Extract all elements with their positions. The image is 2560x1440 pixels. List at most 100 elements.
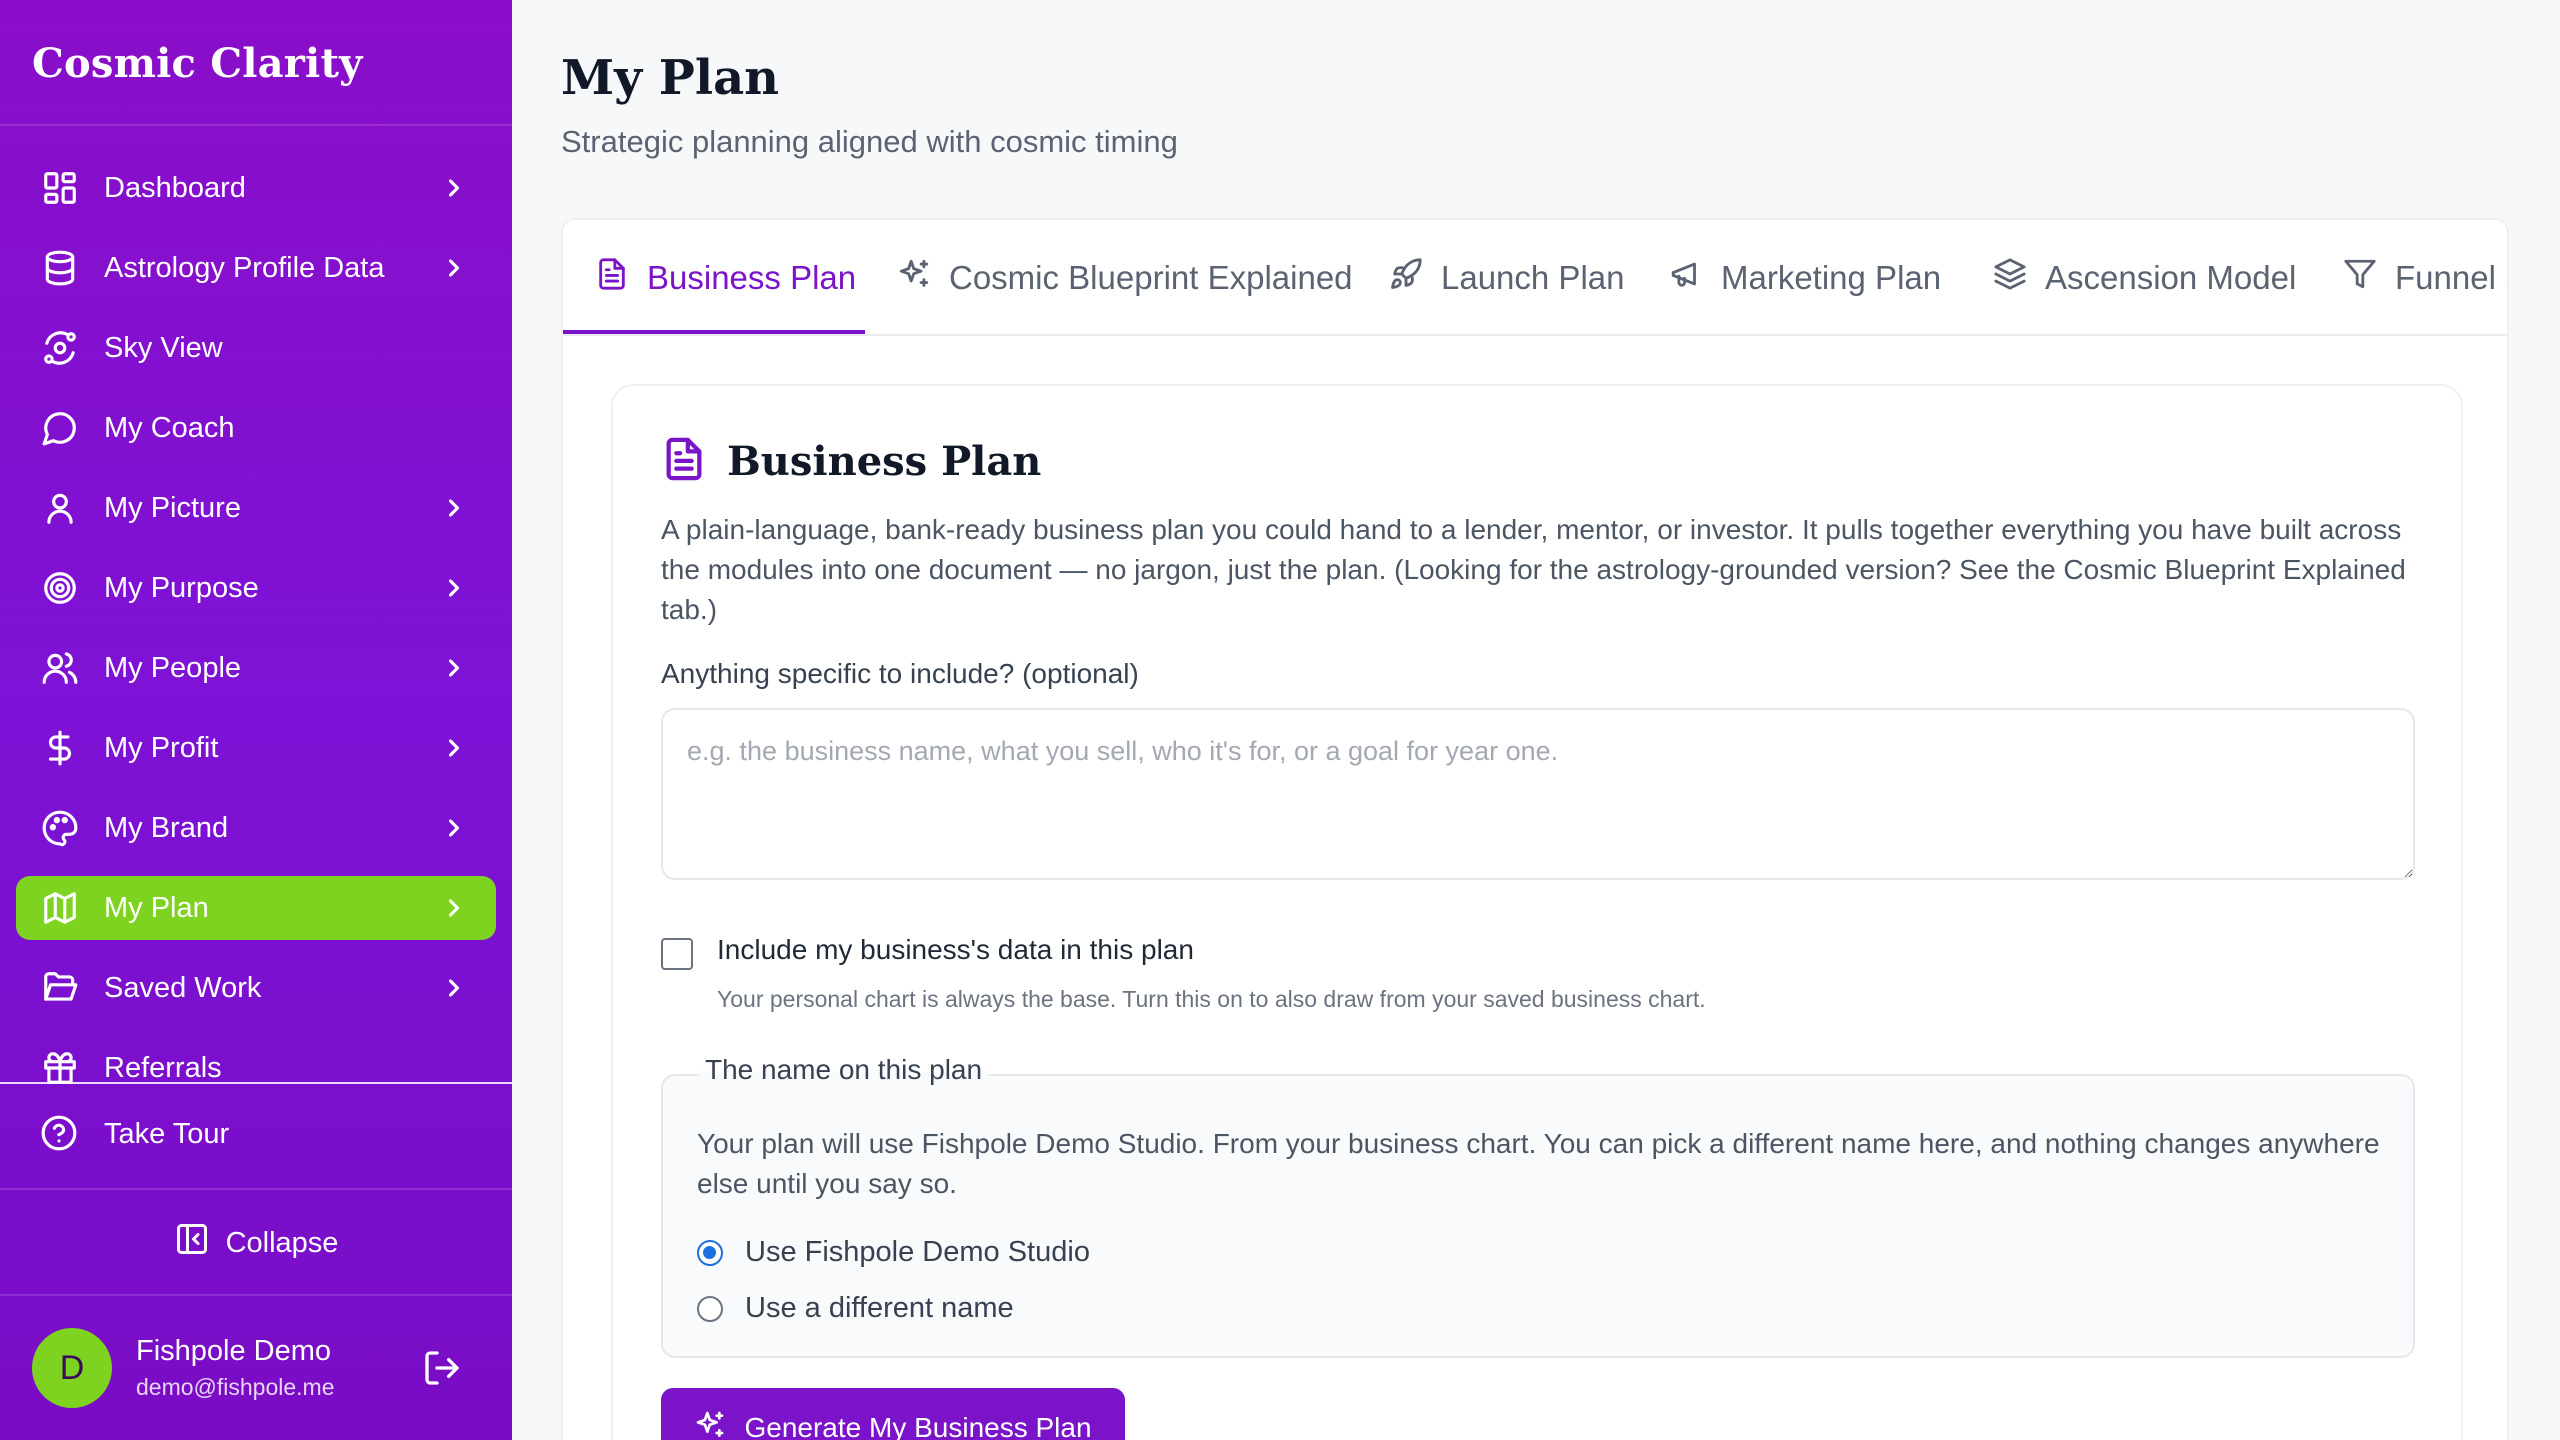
sidebar-item-my-picture[interactable]: My Picture (16, 476, 496, 540)
radio-use-different-name[interactable]: Use a different name (697, 1292, 1014, 1325)
logout-button[interactable] (422, 1348, 462, 1388)
include-business-data-hint: Your personal chart is always the base. … (717, 986, 1706, 1012)
sidebar: Cosmic Clarity Dashboard Astrology Profi… (0, 0, 512, 1440)
sidebar-item-label: Astrology Profile Data (104, 251, 385, 284)
tab-funnel[interactable]: Funnel S (2343, 220, 2507, 334)
generate-business-plan-button[interactable]: Generate My Business Plan (661, 1388, 1125, 1440)
user-profile: D Fishpole Demo demo@fishpole.me (32, 1328, 480, 1408)
tab-label: Cosmic Blueprint Explained (949, 259, 1353, 296)
include-business-data-label[interactable]: Include my business's data in this plan (717, 934, 1194, 966)
sidebar-item-label: My People (104, 651, 242, 684)
sidebar-item-dashboard[interactable]: Dashboard (16, 156, 496, 220)
chevron-right-icon (440, 894, 468, 922)
plan-panel: Business Plan Cosmic Blueprint Explained… (561, 218, 2509, 1440)
plan-name-explanation: Your plan will use Fishpole Demo Studio.… (697, 1128, 2380, 1199)
page-title: My Plan (561, 50, 780, 106)
tab-label: Marketing Plan (1721, 259, 1942, 296)
sidebar-nav[interactable]: Dashboard Astrology Profile Data Sky Vie… (0, 156, 512, 1084)
gift-icon (40, 1048, 80, 1084)
tab-label: Launch Plan (1441, 259, 1625, 296)
radio-label[interactable]: Use Fishpole Demo Studio (745, 1236, 1090, 1269)
funnel-icon (2343, 257, 2395, 299)
plan-name-legend: The name on this plan (699, 1054, 989, 1086)
include-field-label: Anything specific to include? (optional) (661, 658, 1139, 689)
sidebar-item-label: My Purpose (104, 571, 259, 604)
app-brand: Cosmic Clarity (0, 0, 512, 126)
panel-collapse-icon (174, 1221, 226, 1265)
sidebar-item-label: My Plan (104, 891, 209, 924)
orbit-icon (40, 328, 80, 368)
tab-marketing-plan[interactable]: Marketing Plan (1669, 220, 1942, 334)
sidebar-divider (0, 1188, 512, 1190)
sidebar-item-saved-work[interactable]: Saved Work (16, 956, 496, 1020)
tab-ascension-model[interactable]: Ascension Model (1993, 220, 2297, 334)
help-circle-icon (40, 1114, 80, 1154)
database-icon (40, 248, 80, 288)
layers-icon (1993, 257, 2045, 299)
map-icon (40, 888, 80, 928)
folder-open-icon (40, 968, 80, 1008)
sidebar-item-my-profit[interactable]: My Profit (16, 716, 496, 780)
user-name: Fishpole Demo (136, 1335, 332, 1367)
sidebar-item-my-plan[interactable]: My Plan (16, 876, 496, 940)
generate-label: Generate My Business Plan (744, 1412, 1092, 1440)
radio-label[interactable]: Use a different name (745, 1292, 1014, 1325)
sidebar-item-astrology-profile-data[interactable]: Astrology Profile Data (16, 236, 496, 300)
business-plan-card: Business Plan A plain-language, bank-rea… (611, 384, 2463, 1440)
sidebar-item-label: My Profit (104, 731, 219, 764)
include-business-data-row[interactable]: Include my business's data in this plan (661, 934, 1194, 970)
sidebar-item-referrals[interactable]: Referrals (16, 1036, 496, 1084)
palette-icon (40, 808, 80, 848)
page-subtitle: Strategic planning aligned with cosmic t… (561, 124, 1178, 159)
users-icon (40, 648, 80, 688)
collapse-label: Collapse (225, 1226, 339, 1259)
avatar[interactable]: D (32, 1328, 112, 1408)
tab-label: Ascension Model (2045, 259, 2297, 296)
tab-label: Funnel S (2395, 259, 2507, 296)
sidebar-item-label: My Coach (104, 411, 235, 444)
tab-cosmic-blueprint-explained[interactable]: Cosmic Blueprint Explained (897, 220, 1353, 334)
logout-icon (422, 1351, 462, 1392)
include-textarea[interactable] (661, 708, 2415, 880)
sidebar-item-my-coach[interactable]: My Coach (16, 396, 496, 460)
active-tab-indicator (563, 330, 865, 334)
plan-name-fieldset: The name on this plan Your plan will use… (661, 1054, 2415, 1358)
chevron-right-icon (440, 574, 468, 602)
include-business-data-checkbox[interactable] (661, 938, 693, 970)
card-header: Business Plan (661, 436, 1041, 487)
sidebar-item-sky-view[interactable]: Sky View (16, 316, 496, 380)
sidebar-item-my-people[interactable]: My People (16, 636, 496, 700)
sidebar-item-label: Referrals (104, 1051, 222, 1084)
megaphone-icon (1669, 257, 1721, 299)
tab-business-plan[interactable]: Business Plan (595, 220, 857, 334)
radio-button[interactable] (697, 1295, 723, 1322)
chevron-right-icon (440, 734, 468, 762)
sparkles-icon (694, 1409, 744, 1440)
grid-icon (40, 168, 80, 208)
sidebar-item-my-brand[interactable]: My Brand (16, 796, 496, 860)
rocket-icon (1389, 257, 1441, 299)
collapse-sidebar-button[interactable]: Collapse (0, 1218, 512, 1268)
card-description: A plain-language, bank-ready business pl… (661, 514, 2406, 625)
tab-launch-plan[interactable]: Launch Plan (1389, 220, 1625, 334)
user-icon (40, 488, 80, 528)
sparkles-icon (897, 257, 949, 299)
radio-button-checked[interactable] (697, 1239, 723, 1266)
sidebar-item-label: My Picture (104, 491, 241, 524)
dollar-icon (40, 728, 80, 768)
chat-bubble-icon (40, 408, 80, 448)
radio-use-studio-name[interactable]: Use Fishpole Demo Studio (697, 1236, 1090, 1269)
tab-label: Business Plan (647, 259, 857, 296)
sidebar-item-label: My Brand (104, 811, 229, 844)
take-tour-button[interactable]: Take Tour (16, 1102, 496, 1166)
card-title: Business Plan (727, 438, 1042, 485)
sidebar-item-label: Sky View (104, 331, 223, 364)
sidebar-item-my-purpose[interactable]: My Purpose (16, 556, 496, 620)
chevron-right-icon (440, 654, 468, 682)
sidebar-item-label: Saved Work (104, 971, 262, 1004)
chevron-right-icon (440, 814, 468, 842)
document-icon (595, 257, 647, 299)
chevron-right-icon (440, 254, 468, 282)
tab-bar: Business Plan Cosmic Blueprint Explained… (563, 220, 2507, 336)
target-icon (40, 568, 80, 608)
